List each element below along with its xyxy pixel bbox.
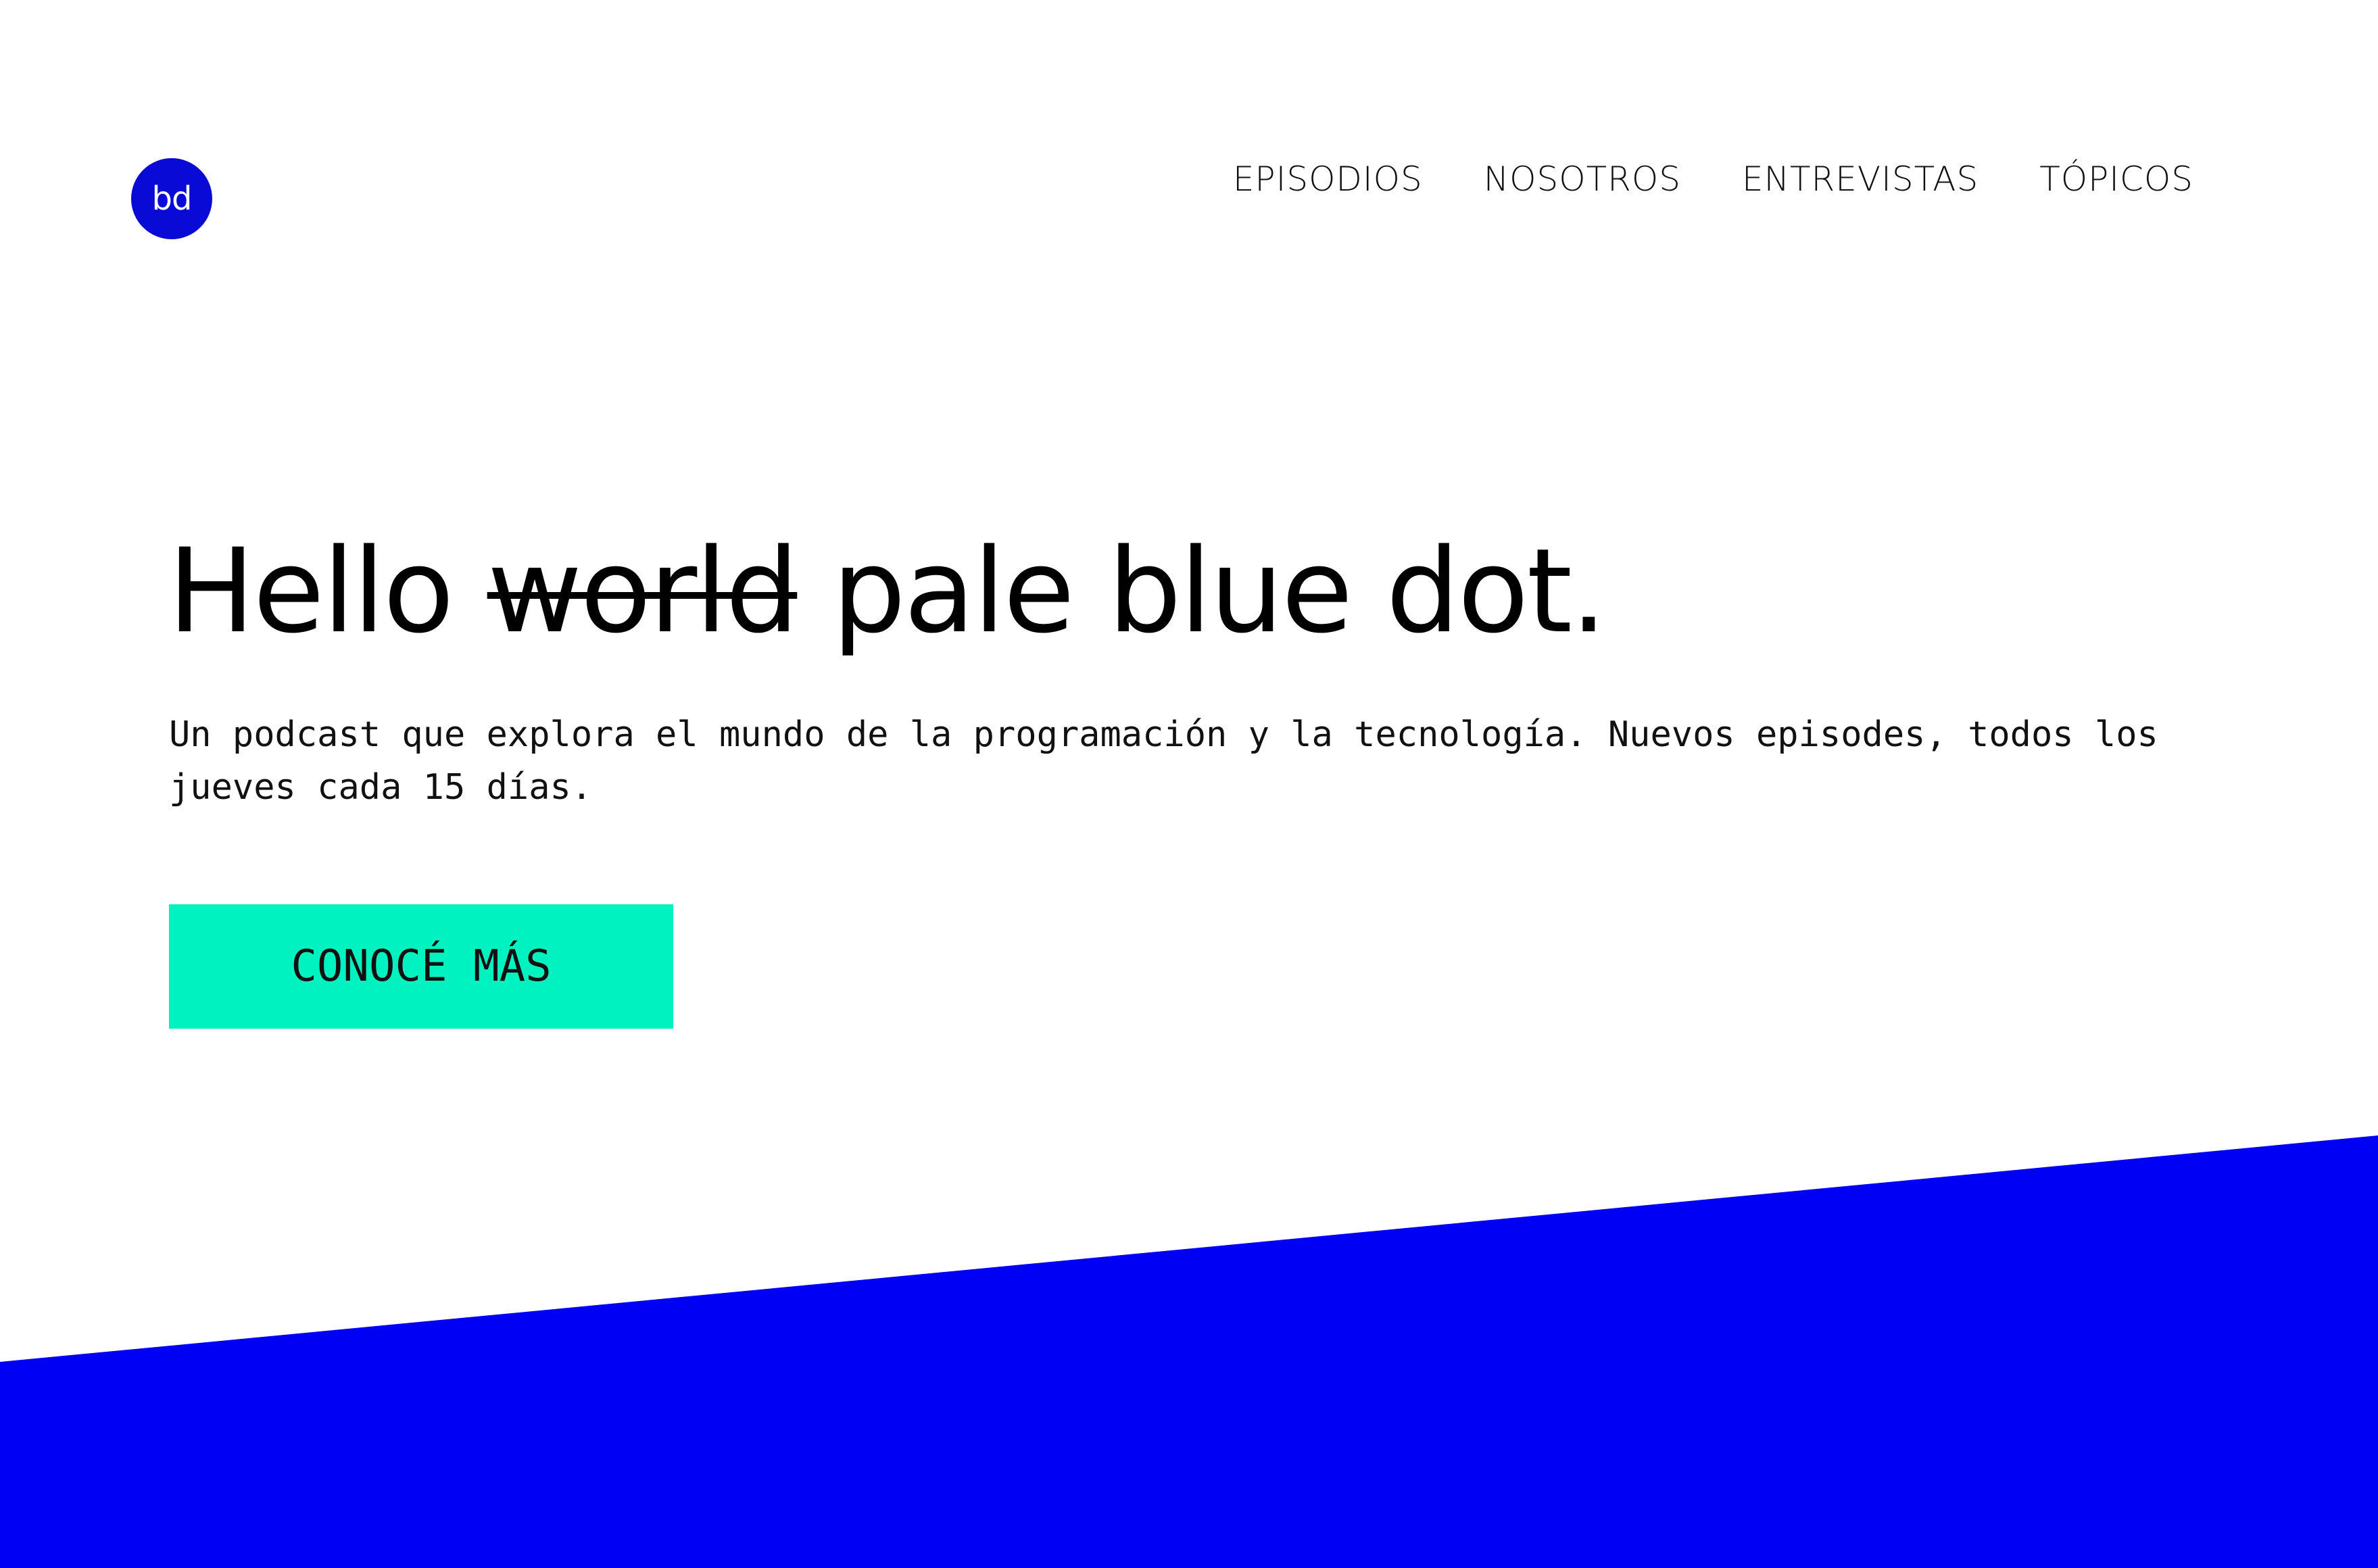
decorative-blue-band	[0, 1135, 2378, 1568]
blue-band-shape	[0, 1135, 2378, 1568]
